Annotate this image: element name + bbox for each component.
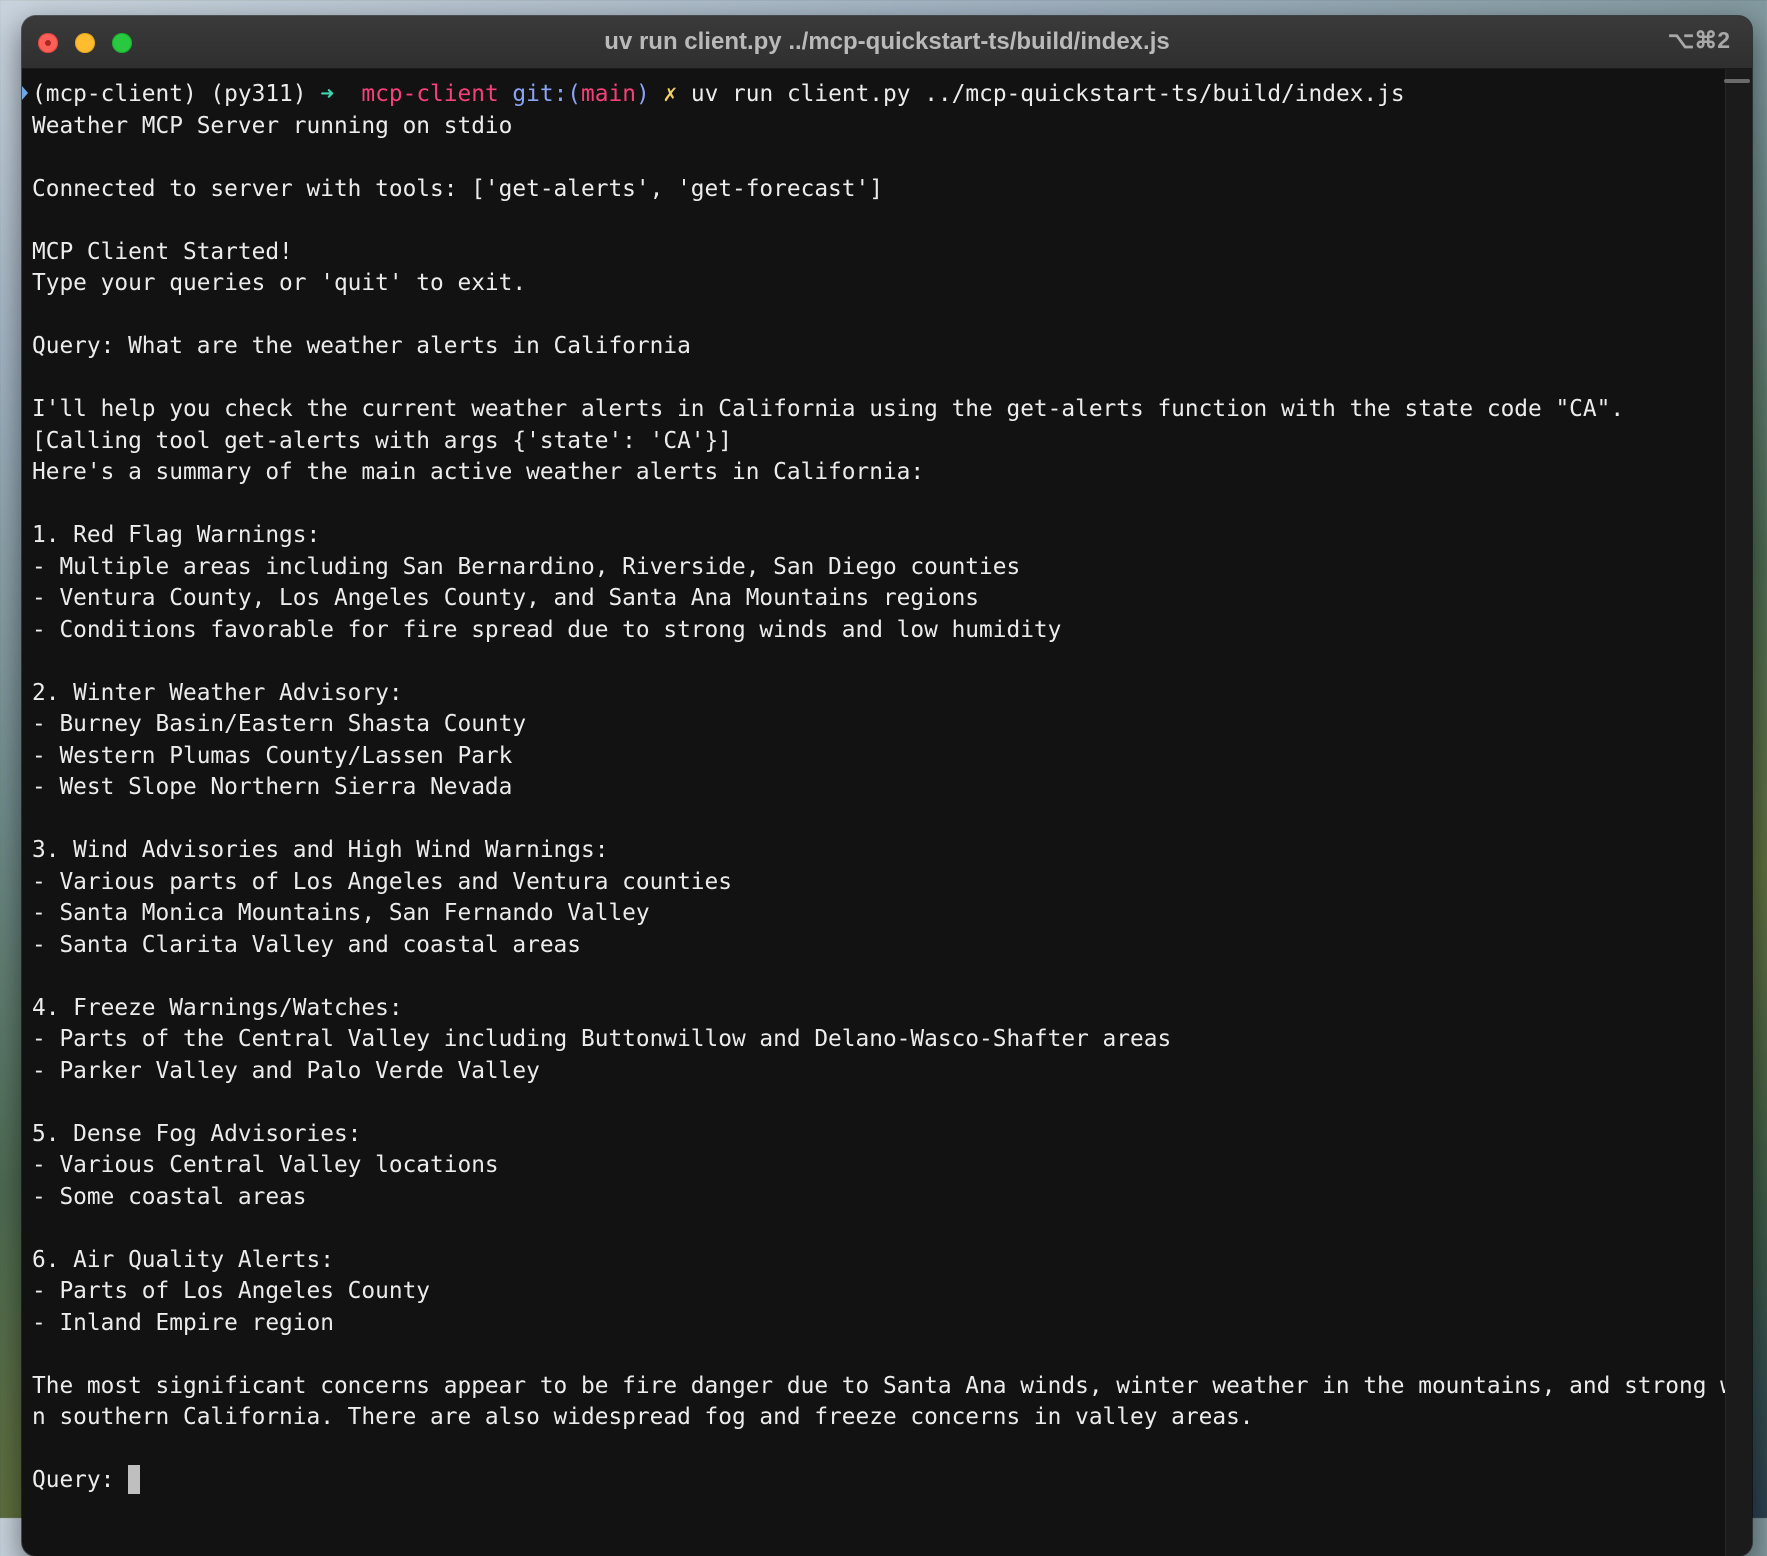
output-line: Connected to server with tools: ['get-al…: [32, 175, 883, 202]
output-line: - Various Central Valley locations: [32, 1152, 499, 1178]
output-line: 4. Freeze Warnings/Watches:: [32, 994, 403, 1021]
output-line: - Various parts of Los Angeles and Ventu…: [32, 868, 732, 895]
text-cursor: [128, 1465, 141, 1494]
output-line: Here's a summary of the main active weat…: [32, 459, 925, 485]
output-line: 6. Air Quality Alerts:: [32, 1246, 334, 1273]
output-line: I'll help you check the current weather …: [32, 396, 1625, 422]
terminal-window: uv run client.py ../mcp-quickstart-ts/bu…: [22, 16, 1752, 1556]
output-line: - Santa Monica Mountains, San Fernando V…: [32, 900, 650, 926]
output-line: The most significant concerns appear to …: [32, 1372, 1752, 1399]
prompt-mark-icon: [22, 86, 28, 100]
output-line: - Ventura County, Los Angeles County, an…: [32, 585, 980, 611]
tab-shortcut-label: ⌥⌘2: [1667, 27, 1730, 53]
output-line: Weather MCP Server running on stdio: [32, 112, 513, 139]
command-line: (mcp-client) (py311) ➜ mcp-client git:(m…: [32, 79, 1716, 111]
scrollbar-thumb[interactable]: [1724, 79, 1750, 83]
output-line: Type your queries or 'quit' to exit.: [32, 270, 527, 296]
scrollbar[interactable]: [1724, 69, 1752, 1556]
output-line: Query: What are the weather alerts in Ca…: [32, 333, 691, 359]
output-lines: Weather MCP Server running on stdio Conne…: [32, 111, 1752, 1466]
output-line: - Parts of the Central Valley including …: [32, 1026, 1172, 1052]
output-line: [Calling tool get-alerts with args {'sta…: [32, 427, 732, 454]
output-line: - Burney Basin/Eastern Shasta County: [32, 711, 527, 737]
command-text: uv run client.py ../mcp-quickstart-ts/bu…: [690, 81, 1405, 107]
terminal-output[interactable]: (mcp-client) (py311) ➜ mcp-client git:(m…: [22, 69, 1752, 1556]
prompt-arrow-icon: ➜: [320, 81, 334, 107]
prompt-directory: mcp-client: [361, 81, 499, 107]
git-label: git:(: [512, 81, 582, 107]
output-line: - Some coastal areas: [32, 1183, 307, 1210]
output-line: - Multiple areas including San Bernardin…: [32, 553, 1021, 580]
output-line: 2. Winter Weather Advisory:: [32, 679, 403, 706]
output-line: - Parker Valley and Palo Verde Valley: [32, 1057, 540, 1084]
git-label-close: ): [635, 81, 650, 107]
output-line: 1. Red Flag Warnings:: [32, 522, 321, 548]
output-line: - Santa Clarita Valley and coastal areas: [32, 931, 581, 958]
git-branch: main: [581, 81, 636, 107]
output-line: MCP Client Started!: [32, 238, 293, 265]
output-line: - West Slope Northern Sierra Nevada: [32, 774, 513, 800]
window-title: uv run client.py ../mcp-quickstart-ts/bu…: [604, 28, 1170, 55]
query-input-line[interactable]: Query:: [32, 1465, 1716, 1497]
output-line: - Parts of Los Angeles County: [32, 1278, 431, 1304]
output-line: 3. Wind Advisories and High Wind Warning…: [32, 837, 609, 863]
git-dirty-icon: ✗: [663, 81, 678, 107]
output-line: - Inland Empire region: [32, 1309, 334, 1336]
title-bar: uv run client.py ../mcp-quickstart-ts/bu…: [22, 16, 1752, 69]
output-line: - Conditions favorable for fire spread d…: [32, 616, 1062, 643]
output-line: 5. Dense Fog Advisories:: [32, 1120, 362, 1147]
output-line: n southern California. There are also wi…: [32, 1404, 1254, 1430]
prompt-envs: (mcp-client) (py311): [32, 81, 307, 107]
output-line: - Western Plumas County/Lassen Park: [32, 742, 513, 769]
query-prompt: Query:: [32, 1467, 129, 1493]
